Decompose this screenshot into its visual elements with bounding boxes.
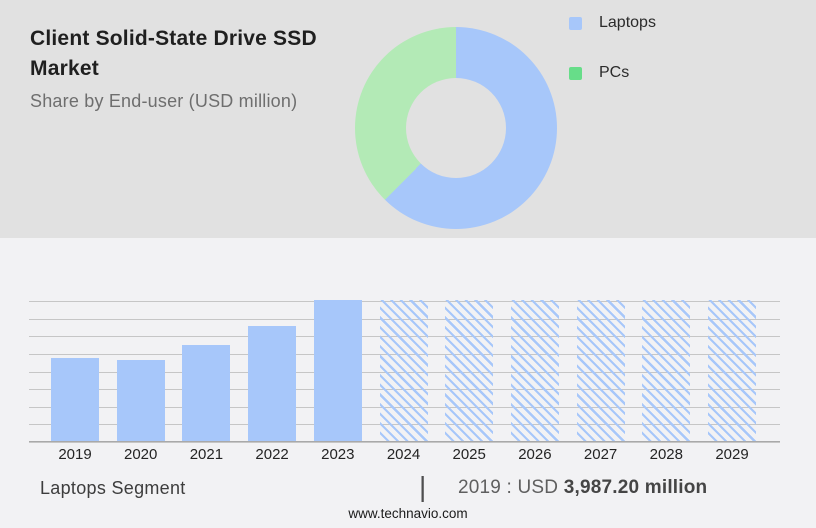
x-axis-label-2028: 2028 (650, 446, 683, 463)
forecast-bar-2025 (445, 300, 493, 441)
legend-swatch-icon (569, 17, 582, 30)
page-subtitle: Share by End-user (USD million) (30, 91, 360, 112)
legend-item-pcs: PCs (569, 63, 656, 83)
legend-item-laptops: Laptops (569, 13, 656, 33)
x-axis-label-2024: 2024 (387, 446, 420, 463)
donut-hole (406, 78, 506, 178)
chart-section: 2019 2020 2021 2022 2023 2024 2025 2026 2027 2028… (0, 238, 816, 528)
x-axis-label-2021: 2021 (190, 446, 223, 463)
x-axis-label-2023: 2023 (321, 446, 354, 463)
bar-2019 (51, 358, 99, 441)
forecast-bar-2029 (708, 300, 756, 441)
donut-chart (355, 27, 557, 229)
header-section: Client Solid-State Drive SSD Market Shar… (0, 0, 816, 238)
bar-2020 (117, 360, 165, 441)
x-axis-label-2022: 2022 (255, 446, 288, 463)
infographic-page: Client Solid-State Drive SSD Market Shar… (0, 0, 816, 528)
value-annotation: 2019 : USD 3,987.20 million (458, 477, 707, 499)
x-axis-label-2020: 2020 (124, 446, 157, 463)
forecast-bar-2028 (642, 300, 690, 441)
forecast-bar-2026 (511, 300, 559, 441)
caption-divider: | (419, 471, 426, 503)
title-block: Client Solid-State Drive SSD Market Shar… (30, 24, 360, 112)
value-prefix: 2019 : USD (458, 477, 564, 498)
forecast-bar-2024 (380, 300, 428, 441)
legend-label: Laptops (599, 14, 656, 32)
bar-2022 (248, 326, 296, 441)
x-axis-label-2026: 2026 (518, 446, 551, 463)
legend-swatch-icon (569, 67, 582, 80)
bar-2021 (182, 345, 230, 441)
value-bold: 3,987.20 million (564, 477, 708, 498)
footer-url: www.technavio.com (0, 506, 816, 521)
gridline (29, 442, 780, 443)
x-axis-label-2019: 2019 (58, 446, 91, 463)
x-axis-label-2025: 2025 (453, 446, 486, 463)
bar-2023 (314, 300, 362, 441)
x-axis-label-2027: 2027 (584, 446, 617, 463)
segment-label: Laptops Segment (40, 478, 186, 499)
x-axis-label-2029: 2029 (715, 446, 748, 463)
legend-label: PCs (599, 64, 629, 82)
forecast-bar-2027 (577, 300, 625, 441)
page-title: Client Solid-State Drive SSD Market (30, 24, 360, 84)
bar-plot: 2019202020212022202320242025202620272028… (29, 301, 780, 442)
donut-legend: Laptops PCs (569, 13, 656, 113)
